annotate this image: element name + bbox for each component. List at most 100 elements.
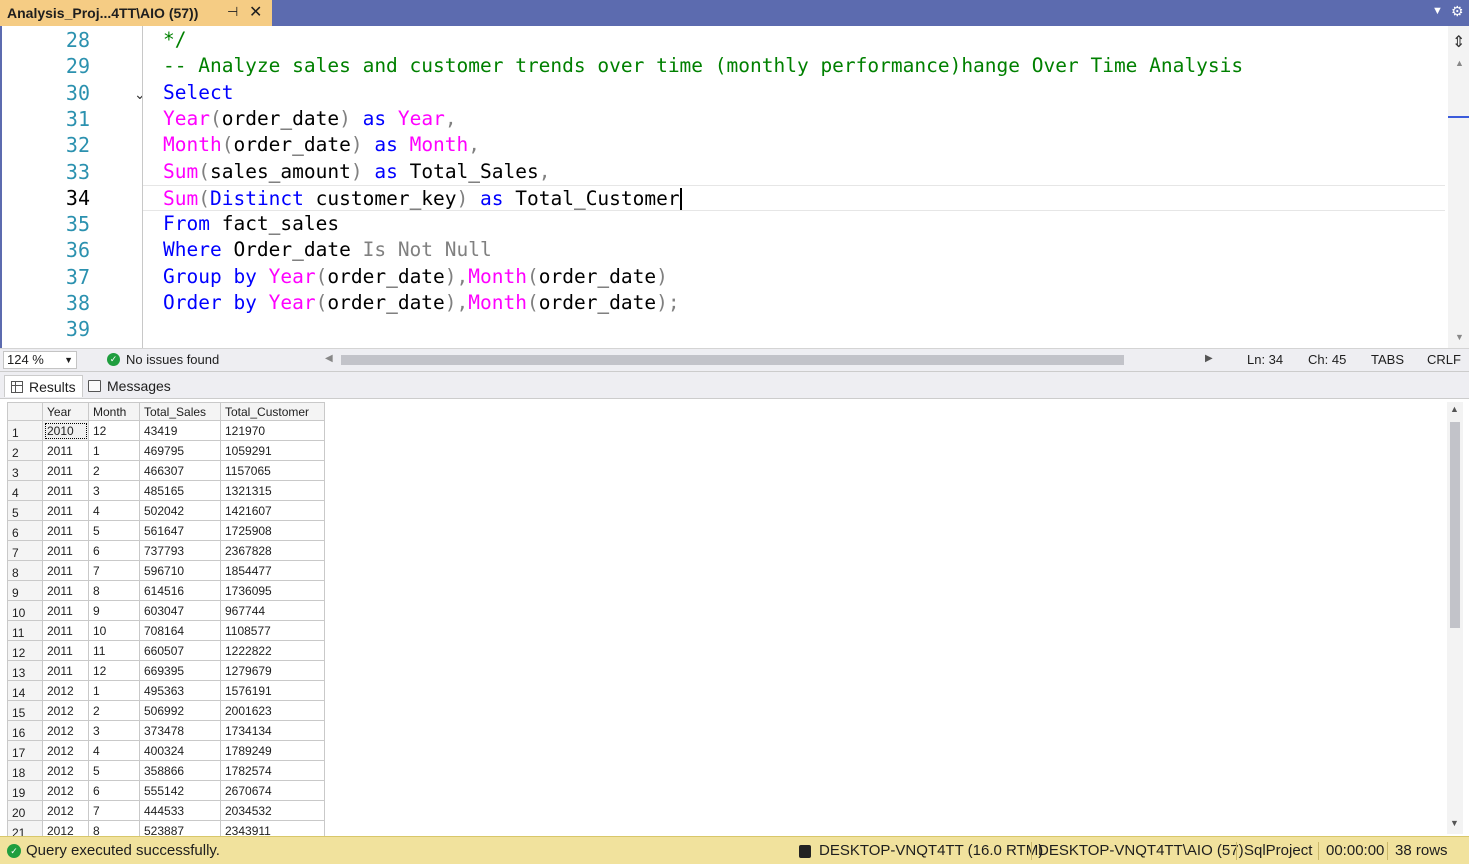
grid-cell[interactable]: 2012 bbox=[42, 780, 89, 801]
grid-cell[interactable]: 43419 bbox=[139, 420, 221, 441]
grid-cell[interactable]: 2034532 bbox=[220, 800, 325, 821]
grid-cell[interactable]: 3 bbox=[88, 480, 140, 501]
grid-cell[interactable]: 3 bbox=[88, 720, 140, 741]
row-number-cell[interactable]: 15 bbox=[7, 700, 43, 721]
column-header[interactable]: Year bbox=[42, 402, 89, 421]
grid-cell[interactable]: 5 bbox=[88, 520, 140, 541]
table-row[interactable]: 20 2012 7 444533 2034532 bbox=[7, 800, 325, 821]
grid-cell[interactable]: 358866 bbox=[139, 760, 221, 781]
grid-cell[interactable]: 400324 bbox=[139, 740, 221, 761]
grid-cell[interactable]: 4 bbox=[88, 500, 140, 521]
grid-cell[interactable]: 7 bbox=[88, 800, 140, 821]
grid-cell[interactable]: 555142 bbox=[139, 780, 221, 801]
grid-cell[interactable]: 1108577 bbox=[220, 620, 325, 641]
row-number-cell[interactable]: 1 bbox=[7, 420, 43, 441]
grid-cell[interactable]: 2670674 bbox=[220, 780, 325, 801]
table-row[interactable]: 1 2010 12 43419 121970 bbox=[7, 420, 325, 441]
code-line[interactable]: Year(order_date) as Year, bbox=[163, 106, 457, 132]
row-number-cell[interactable]: 14 bbox=[7, 680, 43, 701]
table-row[interactable]: 17 2012 4 400324 1789249 bbox=[7, 740, 325, 761]
code-line[interactable]: -- Analyze sales and customer trends ove… bbox=[163, 53, 1243, 79]
scrollbar-thumb[interactable] bbox=[341, 355, 1124, 365]
grid-cell[interactable]: 2011 bbox=[42, 540, 89, 561]
grid-cell[interactable]: 373478 bbox=[139, 720, 221, 741]
editor-vertical-scrollbar[interactable]: ⇕ ▲ ▼ bbox=[1448, 26, 1469, 348]
grid-cell[interactable]: 9 bbox=[88, 600, 140, 621]
editor-horizontal-scrollbar[interactable]: ◀ ▶ bbox=[325, 353, 1220, 367]
grid-cell[interactable]: 2011 bbox=[42, 480, 89, 501]
grid-cell[interactable]: 1 bbox=[88, 680, 140, 701]
grid-cell[interactable]: 444533 bbox=[139, 800, 221, 821]
grid-cell[interactable]: 2011 bbox=[42, 560, 89, 581]
indent-mode[interactable]: TABS bbox=[1371, 352, 1404, 367]
grid-cell[interactable]: 1157065 bbox=[220, 460, 325, 481]
grid-cell[interactable]: 1421607 bbox=[220, 500, 325, 521]
grid-cell[interactable]: 2011 bbox=[42, 520, 89, 541]
grid-cell[interactable]: 466307 bbox=[139, 460, 221, 481]
document-tab[interactable]: Analysis_Proj...4TT\AIO (57)) ⊣ ✕ bbox=[0, 0, 272, 26]
row-number-cell[interactable]: 8 bbox=[7, 560, 43, 581]
row-number-cell[interactable]: 12 bbox=[7, 640, 43, 661]
tab-messages[interactable]: Messages bbox=[82, 375, 177, 397]
table-row[interactable]: 7 2011 6 737793 2367828 bbox=[7, 540, 325, 561]
grid-cell[interactable]: 2012 bbox=[42, 800, 89, 821]
grid-cell[interactable]: 2367828 bbox=[220, 540, 325, 561]
scroll-up-arrow-icon[interactable]: ▲ bbox=[1450, 404, 1459, 414]
grid-cell[interactable]: 2011 bbox=[42, 640, 89, 661]
grid-cell[interactable]: 967744 bbox=[220, 600, 325, 621]
scroll-down-arrow-icon[interactable]: ▼ bbox=[1450, 818, 1459, 828]
table-row[interactable]: 18 2012 5 358866 1782574 bbox=[7, 760, 325, 781]
grid-vertical-scrollbar[interactable]: ▲ ▼ bbox=[1447, 402, 1463, 834]
grid-cell[interactable]: 2012 bbox=[42, 720, 89, 741]
grid-cell[interactable]: 11 bbox=[88, 640, 140, 661]
row-number-cell[interactable]: 13 bbox=[7, 660, 43, 681]
table-row[interactable]: 15 2012 2 506992 2001623 bbox=[7, 700, 325, 721]
row-number-cell[interactable]: 18 bbox=[7, 760, 43, 781]
results-grid[interactable]: Year Month Total_Sales Total_Customer 1 2010… bbox=[7, 402, 325, 841]
row-number-cell[interactable]: 17 bbox=[7, 740, 43, 761]
row-number-cell[interactable]: 7 bbox=[7, 540, 43, 561]
collapse-chevron-icon[interactable]: ⌄ bbox=[134, 86, 146, 103]
grid-cell[interactable]: 1 bbox=[88, 440, 140, 461]
code-line[interactable]: */ bbox=[163, 27, 186, 53]
grid-cell[interactable]: 7 bbox=[88, 560, 140, 581]
tab-list-dropdown-icon[interactable]: ▼ bbox=[1432, 5, 1443, 17]
grid-cell[interactable]: 2012 bbox=[42, 740, 89, 761]
tab-results[interactable]: Results bbox=[4, 375, 83, 397]
grid-cell[interactable]: 2012 bbox=[42, 760, 89, 781]
grid-cell[interactable]: 2011 bbox=[42, 460, 89, 481]
row-number-cell[interactable]: 20 bbox=[7, 800, 43, 821]
close-icon[interactable]: ✕ bbox=[249, 2, 262, 22]
code-line[interactable]: Group by Year(order_date),Month(order_da… bbox=[163, 264, 668, 290]
row-number-cell[interactable]: 19 bbox=[7, 780, 43, 801]
scroll-right-arrow-icon[interactable]: ▶ bbox=[1205, 353, 1213, 364]
grid-cell[interactable]: 12 bbox=[88, 660, 140, 681]
line-ending[interactable]: CRLF bbox=[1427, 352, 1461, 367]
grid-cell[interactable]: 1059291 bbox=[220, 440, 325, 461]
table-row[interactable]: 13 2011 12 669395 1279679 bbox=[7, 660, 325, 681]
table-row[interactable]: 16 2012 3 373478 1734134 bbox=[7, 720, 325, 741]
table-row[interactable]: 6 2011 5 561647 1725908 bbox=[7, 520, 325, 541]
column-header[interactable]: Total_Customer bbox=[220, 402, 325, 421]
grid-cell[interactable]: 614516 bbox=[139, 580, 221, 601]
code-line[interactable]: Sum(Distinct customer_key) as Total_Cust… bbox=[143, 184, 1445, 211]
grid-cell[interactable]: 121970 bbox=[220, 420, 325, 441]
pin-icon[interactable]: ⊣ bbox=[227, 4, 238, 20]
row-number-cell[interactable]: 9 bbox=[7, 580, 43, 601]
grid-cell[interactable]: 485165 bbox=[139, 480, 221, 501]
split-window-icon[interactable]: ⇕ bbox=[1452, 32, 1465, 52]
code-line[interactable]: Sum(sales_amount) as Total_Sales, bbox=[163, 159, 550, 185]
grid-cell[interactable]: 2011 bbox=[42, 500, 89, 521]
grid-cell[interactable]: 1725908 bbox=[220, 520, 325, 541]
code-line[interactable]: Where Order_date Is Not Null bbox=[163, 237, 492, 263]
grid-cell[interactable]: 6 bbox=[88, 540, 140, 561]
grid-cell[interactable]: 2011 bbox=[42, 660, 89, 681]
grid-cell[interactable]: 708164 bbox=[139, 620, 221, 641]
grid-cell[interactable]: 603047 bbox=[139, 600, 221, 621]
grid-cell[interactable]: 2011 bbox=[42, 440, 89, 461]
grid-cell[interactable]: 1734134 bbox=[220, 720, 325, 741]
issues-indicator[interactable]: ✓ No issues found bbox=[107, 352, 219, 367]
grid-cell[interactable]: 561647 bbox=[139, 520, 221, 541]
grid-cell[interactable]: 2 bbox=[88, 700, 140, 721]
row-number-cell[interactable]: 4 bbox=[7, 480, 43, 501]
